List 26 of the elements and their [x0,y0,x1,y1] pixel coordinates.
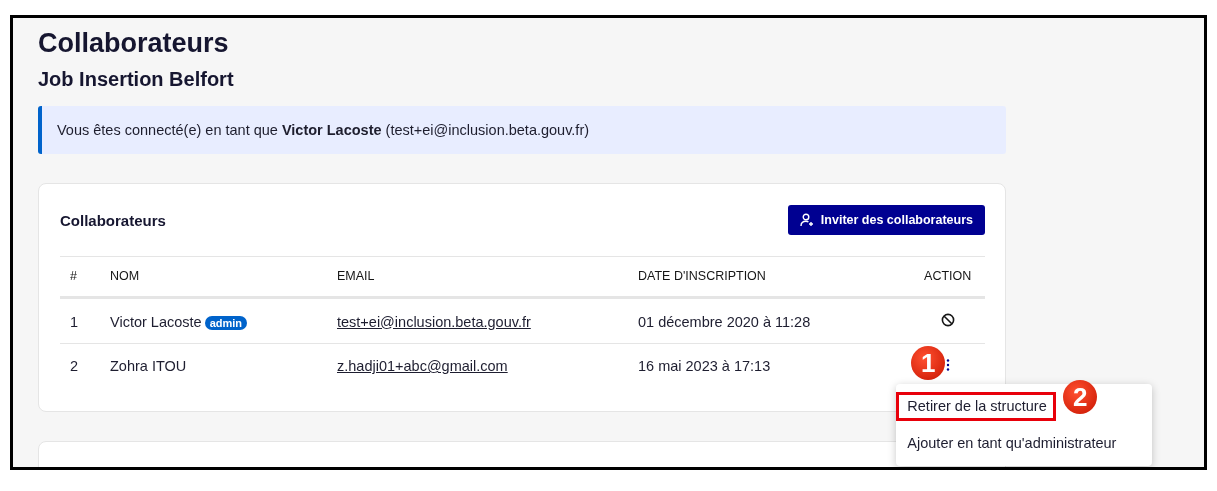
email-link[interactable]: test+ei@inclusion.beta.gouv.fr [337,313,531,330]
table-cell: 2 [70,358,79,374]
info-alert: Vous êtes connecté(e) en tant que Victor Lacoste (test+ei@inclusion.beta.gouv.fr) [38,106,1006,154]
table-cell: 01 décembre 2020 à 11:28 [638,313,811,330]
menu-item[interactable]: Ajouter en tant qu'administrateur [896,429,1126,458]
step-marker: 2 [1063,380,1098,414]
column-header: EMAIL [337,256,638,298]
table-cell: Zohra ITOU [110,358,187,374]
column-header: DATE D'INSCRIPTION [638,256,911,298]
column-header: # [60,256,110,298]
table-cell: 1 [70,313,79,330]
step-marker: 1 [911,346,946,380]
user-add-icon [799,213,814,227]
invite-button[interactable]: Inviter des collaborateurs [787,205,985,235]
card-title: Collaborateurs [60,211,166,229]
block-icon[interactable] [940,313,955,327]
column-header: ACTION [910,256,985,298]
column-header: NOM [110,256,337,298]
role-badge: admin [204,315,248,330]
table-cell: 16 mai 2023 à 17:13 [638,358,771,374]
page-title: Collaborateurs [38,28,230,59]
table-cell: Victor Lacoste [110,313,202,330]
more-options-icon[interactable] [945,359,950,371]
menu-item[interactable]: Retirer de la structure [896,392,1056,421]
email-link[interactable]: z.hadji01+abc@gmail.com [337,358,508,374]
page-subtitle: Job Insertion Belfort [38,68,235,91]
